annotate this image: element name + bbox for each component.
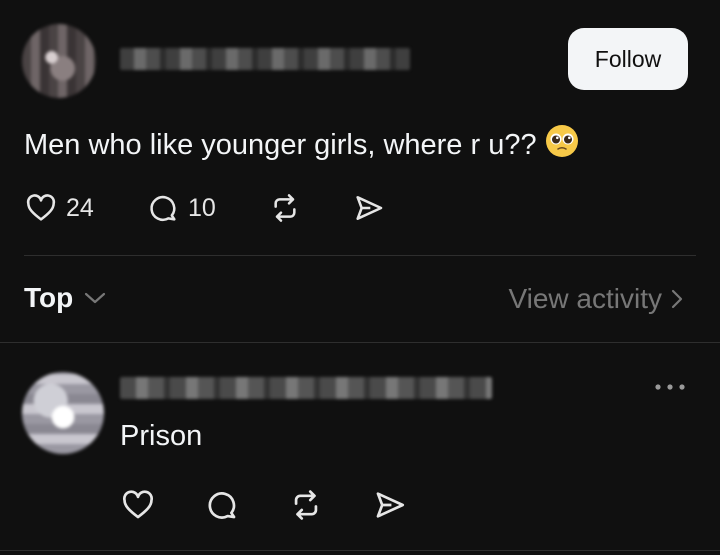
repost-icon — [274, 194, 296, 222]
reply-repost-action[interactable] — [288, 488, 324, 522]
like-action[interactable]: 24 — [24, 192, 94, 224]
heart-icon — [123, 490, 153, 519]
divider — [24, 255, 696, 256]
reply-count: 10 — [188, 193, 216, 222]
more-options-button[interactable] — [652, 380, 688, 398]
pleading-face-emoji-icon — [545, 124, 579, 166]
repost-action[interactable] — [268, 192, 302, 224]
comment-icon — [150, 195, 176, 222]
reply-author-name-redacted[interactable] — [120, 377, 492, 399]
post-author-avatar[interactable] — [22, 24, 96, 98]
sort-label: Top — [24, 282, 74, 313]
follow-button[interactable]: Follow — [568, 28, 688, 90]
like-count: 24 — [66, 193, 94, 222]
sort-dropdown[interactable]: Top — [24, 282, 107, 314]
reply-like-action[interactable] — [120, 488, 156, 522]
send-icon — [356, 196, 383, 220]
chevron-right-icon — [671, 289, 683, 309]
post-text: Men who like younger girls, where r u?? — [24, 124, 579, 166]
view-activity-link[interactable]: View activity — [508, 283, 684, 315]
heart-icon — [26, 194, 56, 221]
post-author-name-redacted[interactable] — [120, 48, 410, 70]
divider — [0, 342, 720, 343]
reply-comment-action[interactable] — [204, 488, 240, 522]
repost-icon — [294, 490, 318, 520]
more-icon — [655, 384, 685, 390]
reply-text: Prison — [120, 420, 203, 452]
reply-author-avatar[interactable] — [22, 372, 104, 454]
view-activity-label: View activity — [508, 283, 662, 314]
reply-share-action[interactable] — [372, 488, 408, 522]
comment-icon — [208, 492, 236, 519]
chevron-down-icon — [85, 292, 106, 304]
send-icon — [376, 492, 405, 518]
divider — [0, 550, 720, 551]
share-action[interactable] — [352, 192, 386, 224]
reply-action[interactable]: 10 — [146, 192, 216, 224]
